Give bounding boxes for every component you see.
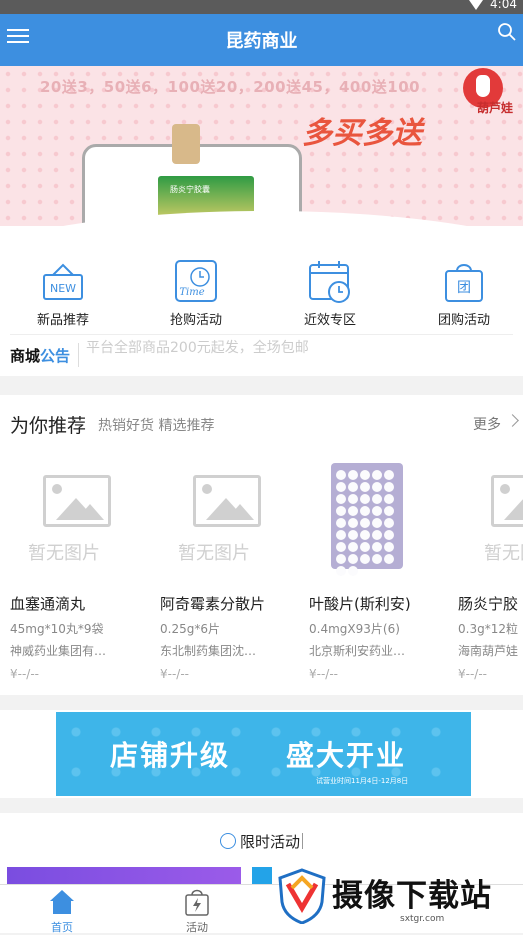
- quick-item-group-buy[interactable]: 团 团购活动: [414, 259, 514, 328]
- recommend-section: 为你推荐 热销好货 精选推荐 更多 暂无图片 血塞通滴丸 45mg*10丸*9袋…: [0, 395, 523, 695]
- watermark-title: 摄像下载站: [332, 878, 492, 914]
- quick-item-label: 团购活动: [437, 313, 490, 328]
- app-bar: 昆药商业: [0, 14, 523, 66]
- product-maker: 海南葫芦娃: [458, 644, 519, 658]
- product-spec: 0.3g*12粒: [458, 622, 518, 636]
- shopping-bag-icon: 团: [445, 264, 483, 302]
- banner-brand: 葫芦娃: [476, 101, 513, 115]
- notice-bar[interactable]: 商城公告 平台全部商品200元起发，全场包邮: [10, 334, 513, 374]
- product-price: ¥--/--: [160, 667, 189, 681]
- notice-tag: 商城公告: [10, 347, 71, 365]
- calendar-clock-icon: [309, 261, 350, 303]
- pill-blister-image: [331, 463, 403, 576]
- limited-time-title: 限时活动: [239, 833, 300, 851]
- banner-clip-illustration: [172, 124, 200, 164]
- recommend-subtitle: 热销好货 精选推荐: [98, 418, 215, 434]
- watermark-shield-icon: [278, 868, 326, 924]
- clock-icon: [219, 833, 236, 849]
- product-card[interactable]: 暂无图片 肠炎宁胶 0.3g*12粒 海南葫芦娃 ¥--/--: [458, 465, 523, 681]
- svg-text:NEW: NEW: [50, 282, 76, 295]
- product-name: 阿奇霉素分散片: [160, 595, 266, 613]
- new-sign-icon: NEW: [43, 263, 83, 300]
- product-price: ¥--/--: [10, 667, 39, 681]
- product-spec: 45mg*10丸*9袋: [10, 622, 104, 636]
- notice-divider: [78, 343, 79, 367]
- ad-line2: 盛大开业: [286, 739, 407, 772]
- app-title: 昆药商业: [225, 31, 298, 52]
- svg-text:团: 团: [457, 280, 471, 296]
- quick-item-label: 近效专区: [303, 313, 356, 328]
- product-image: [309, 463, 449, 576]
- product-maker: 东北制药集团沈…: [160, 644, 257, 658]
- store-upgrade-ad[interactable]: 店铺升级 盛大开业 试营业时间11月4日-12月8日: [56, 712, 471, 796]
- product-image-placeholder: 暂无图片: [10, 465, 150, 575]
- banner-box-label: 肠炎宁胶囊: [170, 185, 210, 194]
- watermark: 摄像下载站 sxtgr.com: [276, 866, 523, 929]
- tab-label: 活动: [186, 921, 208, 934]
- product-maker: 北京斯利安药业…: [309, 644, 406, 658]
- status-bar: 4:04: [0, 0, 523, 14]
- quick-item-near-expiry[interactable]: 近效专区: [280, 259, 380, 328]
- svg-text:Time: Time: [179, 287, 204, 298]
- product-spec: 0.25g*6片: [160, 622, 220, 636]
- product-image-placeholder: 暂无图片: [458, 465, 523, 575]
- product-name: 叶酸片(斯利安): [309, 595, 411, 613]
- more-link[interactable]: 更多: [473, 414, 501, 434]
- notice-text: 平台全部商品200元起发，全场包邮: [86, 340, 309, 356]
- chevron-right-icon[interactable]: [506, 414, 519, 427]
- banner-slogan: 多买多送: [302, 116, 422, 151]
- product-card[interactable]: 暂无图片 阿奇霉素分散片 0.25g*6片 东北制药集团沈… ¥--/--: [160, 465, 300, 681]
- product-maker: 神威药业集团有…: [10, 644, 107, 658]
- bag-lightning-icon: [185, 889, 209, 916]
- product-name: 肠炎宁胶: [458, 595, 519, 613]
- time-clock-icon: Time: [175, 260, 217, 302]
- quick-item-flash-sale[interactable]: Time 抢购活动: [146, 259, 246, 328]
- product-card[interactable]: 叶酸片(斯利安) 0.4mgX93片(6) 北京斯利安药业… ¥--/--: [309, 463, 449, 681]
- wifi-icon: [469, 0, 483, 10]
- quick-menu: NEW 新品推荐 Time 抢购活动 近效专区 团 团购活动 商城公告 平台全部…: [0, 226, 523, 376]
- product-price: ¥--/--: [309, 667, 338, 681]
- title-bar: [302, 833, 303, 849]
- quick-item-new[interactable]: NEW 新品推荐: [13, 259, 113, 328]
- search-icon[interactable]: [497, 22, 517, 42]
- tab-label: 首页: [51, 921, 73, 934]
- product-name: 血塞通滴丸: [10, 595, 86, 613]
- image-placeholder-icon: [491, 475, 523, 527]
- quick-item-label: 抢购活动: [169, 313, 222, 328]
- quick-item-label: 新品推荐: [36, 313, 89, 328]
- no-image-text: 暂无图片: [484, 543, 523, 564]
- product-spec: 0.4mgX93片(6): [309, 622, 400, 636]
- promo-banner[interactable]: 20送3，50送6，100送20，200送45，400送100 葫芦娃 多买多送…: [0, 66, 523, 226]
- ad-line1: 店铺升级: [110, 739, 231, 772]
- image-placeholder-icon: [193, 475, 261, 527]
- recommend-title: 为你推荐: [10, 415, 87, 437]
- product-image-placeholder: 暂无图片: [160, 465, 300, 575]
- status-time: 4:04: [490, 0, 517, 11]
- banner-curve: [0, 211, 523, 226]
- limited-time-header: 限时活动: [0, 831, 523, 852]
- ad-note: 试营业时间11月4日-12月8日: [316, 777, 409, 785]
- home-icon: [50, 890, 74, 914]
- watermark-subtitle: sxtgr.com: [400, 914, 445, 924]
- product-card[interactable]: 暂无图片 血塞通滴丸 45mg*10丸*9袋 神威药业集团有… ¥--/--: [10, 465, 150, 681]
- tab-activity[interactable]: 活动: [157, 887, 237, 935]
- image-placeholder-icon: [43, 475, 111, 527]
- tab-home[interactable]: 首页: [22, 887, 102, 935]
- banner-promo-text: 20送3，50送6，100送20，200送45，400送100: [40, 78, 421, 96]
- no-image-text: 暂无图片: [178, 543, 250, 564]
- product-price: ¥--/--: [458, 667, 487, 681]
- no-image-text: 暂无图片: [28, 543, 100, 564]
